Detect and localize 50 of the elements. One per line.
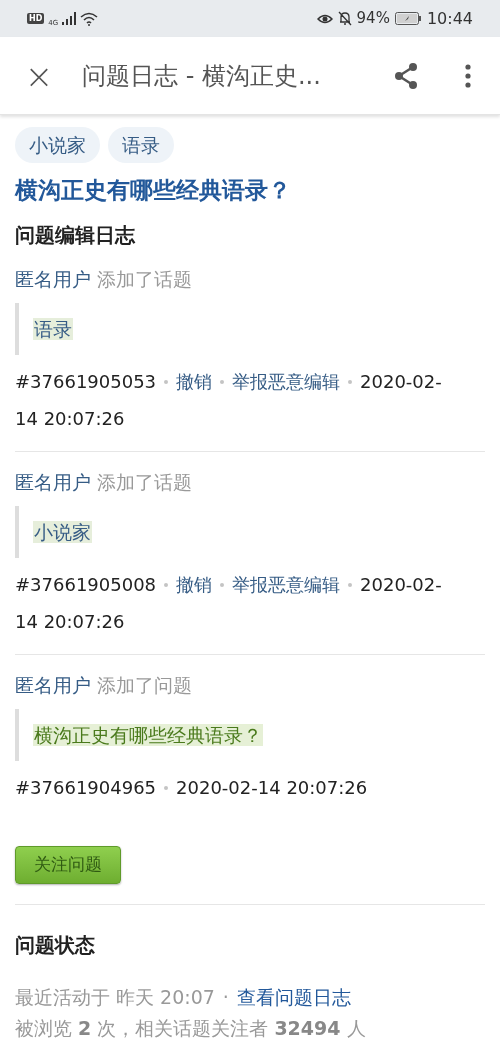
user-link[interactable]: 匿名用户	[15, 470, 91, 496]
added-content: 小说家	[33, 521, 92, 543]
edit-time: 2020-02-	[360, 370, 442, 394]
action-link[interactable]: 举报恶意编辑	[232, 363, 341, 400]
separator-dot-icon	[220, 582, 225, 587]
action-link[interactable]: 举报恶意编辑	[232, 566, 341, 603]
dot-separator: ·	[222, 986, 229, 1008]
edit-id: #37661905008	[15, 573, 157, 597]
battery-percent: 94%	[356, 8, 390, 30]
edit-time: 2020-02-	[360, 573, 442, 597]
view-log-link[interactable]: 查看问题日志	[236, 986, 351, 1008]
edit-id: #37661905053	[15, 370, 157, 394]
section-heading: 问题编辑日志	[15, 222, 136, 249]
user-link[interactable]: 匿名用户	[15, 673, 91, 699]
share-icon[interactable]	[394, 62, 418, 89]
clock-time: 10:44	[426, 7, 473, 30]
separator-dot-icon	[164, 582, 169, 587]
edit-time: 14 20:07:26	[15, 407, 125, 431]
signal-icon	[62, 12, 77, 25]
topic-tag[interactable]: 语录	[108, 127, 174, 163]
edit-time: 14 20:07:26	[15, 610, 125, 634]
action-link[interactable]: 撤销	[176, 363, 213, 400]
close-button[interactable]: ×	[24, 58, 54, 93]
separator-dot-icon	[164, 785, 169, 790]
action-text: 添加了话题	[97, 471, 192, 495]
added-content: 横沟正史有哪些经典语录？	[33, 724, 263, 746]
separator-dot-icon	[348, 582, 353, 587]
eye-icon	[316, 12, 333, 25]
question-title: 横沟正史有哪些经典语录？	[15, 176, 292, 205]
app-bar-title: 问题日志 - 横沟正史...	[82, 60, 321, 92]
action-text: 添加了问题	[97, 674, 192, 698]
stats-text: 被浏览 2 次，相关话题关注者 32494 人	[15, 1016, 367, 1038]
separator-dot-icon	[220, 379, 225, 384]
last-active-text: 最近活动于 昨天 20:07	[15, 986, 215, 1008]
battery-icon	[394, 12, 422, 25]
topic-tag[interactable]: 小说家	[15, 127, 100, 163]
edit-id: #37661904965	[15, 776, 157, 800]
hd-badge: HD	[27, 13, 45, 24]
wifi-icon	[80, 11, 99, 26]
action-link[interactable]: 撤销	[176, 566, 213, 603]
more-options-icon[interactable]	[465, 63, 471, 88]
muted-bell-icon	[337, 11, 352, 26]
user-link[interactable]: 匿名用户	[15, 267, 91, 293]
separator-dot-icon	[348, 379, 353, 384]
edit-time: 2020-02-14 20:07:26	[176, 776, 368, 800]
section-heading: 问题状态	[15, 932, 96, 959]
separator-dot-icon	[164, 379, 169, 384]
follow-question-button[interactable]: 关注问题	[15, 846, 121, 884]
action-text: 添加了话题	[97, 268, 192, 292]
added-content: 语录	[33, 318, 73, 340]
